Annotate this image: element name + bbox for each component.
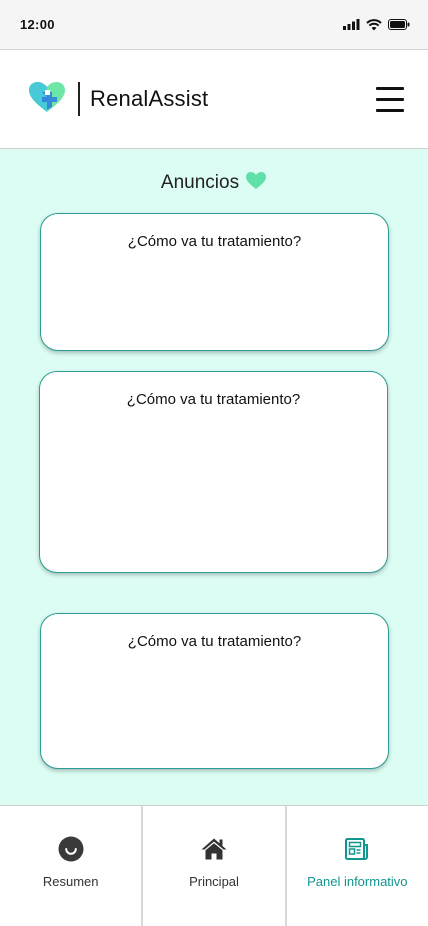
app-screen: 12:00 RenalAssist Anuncios ¿Cómo va tu t… [0,0,428,926]
hamburger-menu-line [376,98,404,101]
nav-label: Principal [189,874,239,889]
battery-icon [388,19,410,30]
wifi-icon [366,18,382,31]
logo-divider [78,82,80,116]
hamburger-menu-icon [376,87,404,90]
nav-label: Resumen [42,874,99,889]
nav-item-panel-informativo[interactable]: Panel informativo [287,806,428,926]
hamburger-menu-button[interactable] [376,87,404,112]
announcement-card[interactable]: ¿Cómo va tu tratamiento? [40,213,389,351]
status-time: 12:00 [20,17,55,32]
announcements-section: Anuncios ¿Cómo va tu tratamiento? ¿Cómo … [0,149,428,805]
signal-icon [343,19,360,30]
section-title: Anuncios [160,172,240,193]
bottom-navigation: Resumen Principal Panel informativo [0,805,428,926]
heart-icon [245,171,267,195]
announcement-card[interactable]: ¿Cómo va tu tratamiento? [40,613,389,769]
app-name: RenalAssist [90,86,209,111]
section-header: Anuncios [0,171,428,195]
heart-cross-logo-icon [28,81,66,118]
announcement-card-text: ¿Cómo va tu tratamiento? [126,391,301,408]
status-bar: 12:00 [0,0,428,50]
announcement-card[interactable]: ¿Cómo va tu tratamiento? [39,371,388,573]
announcement-card-text: ¿Cómo va tu tratamiento? [127,633,302,650]
brand-logo[interactable]: RenalAssist [28,81,208,118]
app-header: RenalAssist [0,50,428,149]
announcement-card-text: ¿Cómo va tu tratamiento? [127,233,302,250]
home-icon [200,836,228,862]
nav-label: Panel informativo [307,874,408,889]
nav-item-principal[interactable]: Principal [143,806,287,926]
smiley-icon [58,836,84,862]
status-icons [343,18,410,31]
hamburger-menu-line [376,109,404,112]
nav-item-resumen[interactable]: Resumen [0,806,144,926]
newspaper-icon [344,836,370,862]
